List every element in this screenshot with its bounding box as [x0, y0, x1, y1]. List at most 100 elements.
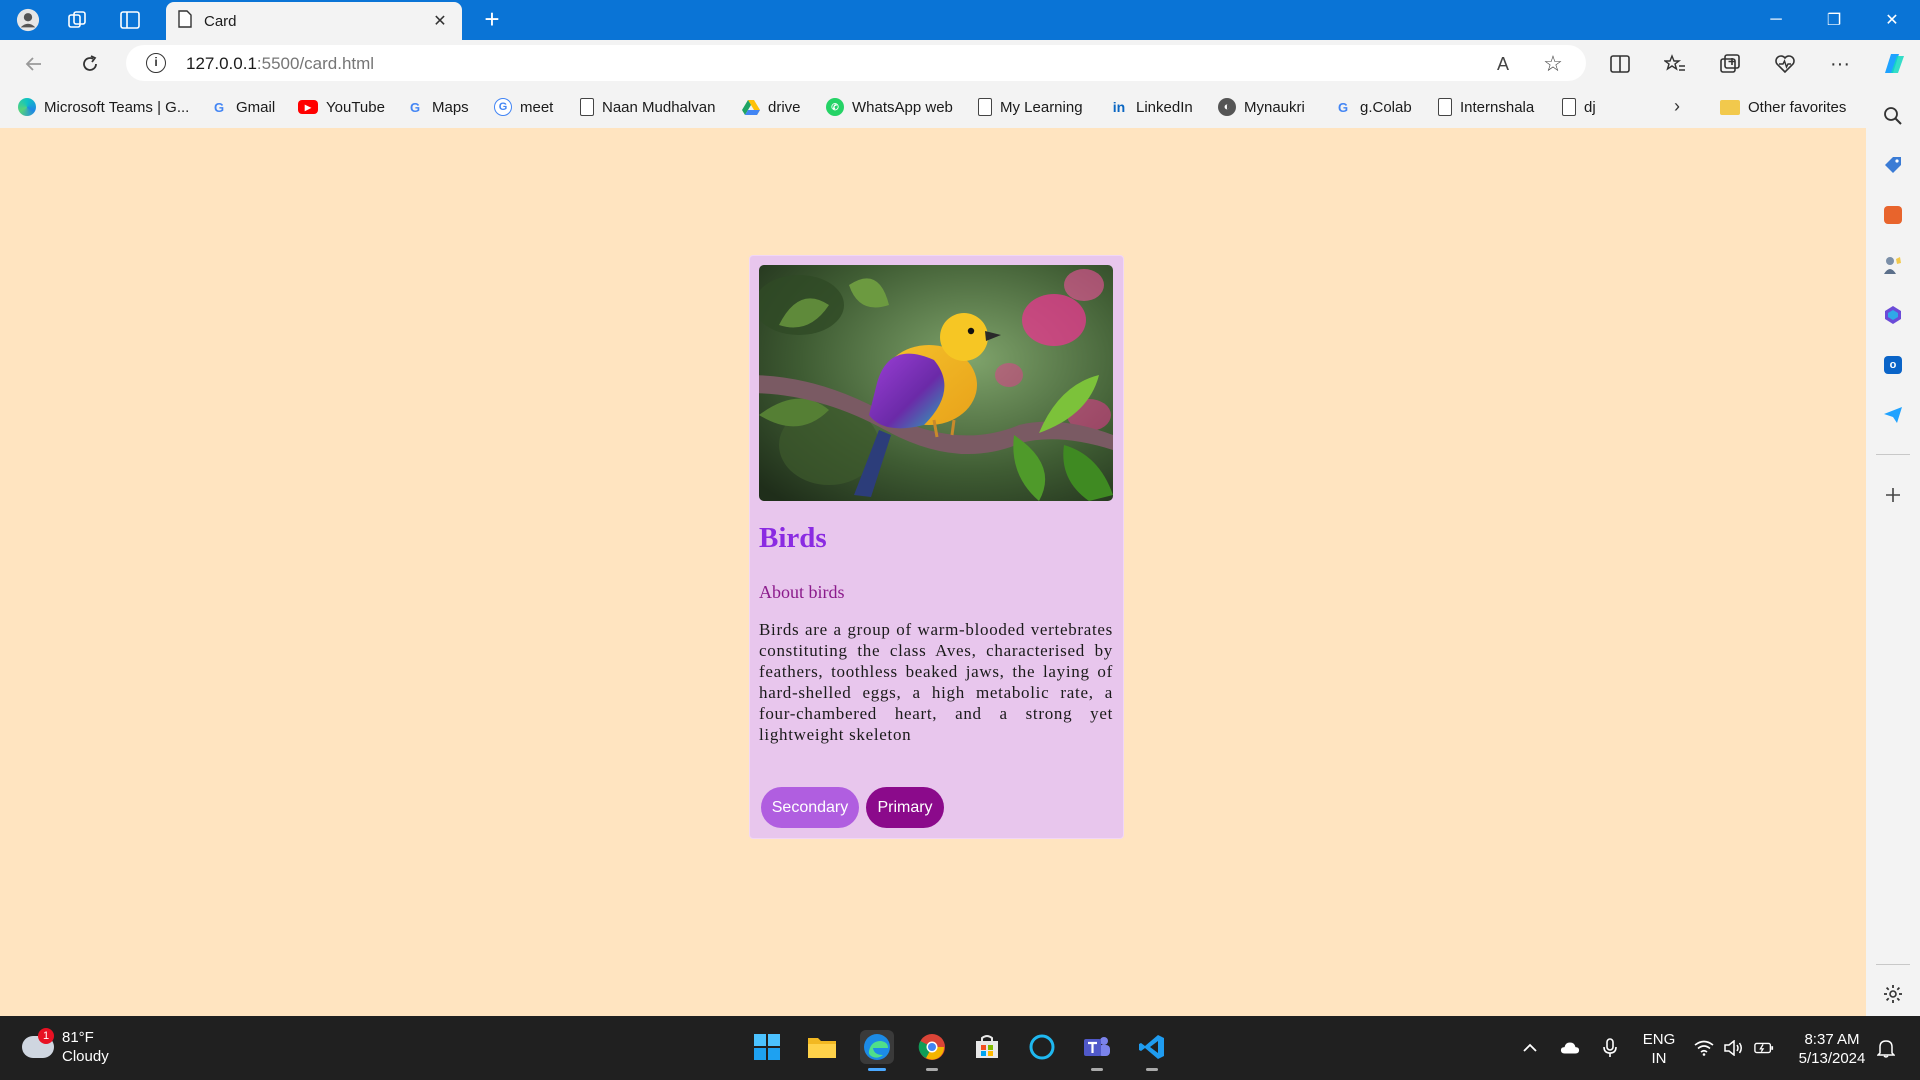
- favorite-microsoft-teams[interactable]: Microsoft Teams | G...: [18, 96, 189, 118]
- microsoft-365-icon[interactable]: [1880, 302, 1906, 328]
- teams-icon[interactable]: [1080, 1030, 1114, 1071]
- profile-icon[interactable]: [16, 8, 40, 32]
- favorite-label: Microsoft Teams | G...: [44, 98, 190, 116]
- favorite-meet[interactable]: G meet: [494, 96, 553, 118]
- favorite-dj[interactable]: dj: [1562, 96, 1596, 118]
- shopping-tag-icon[interactable]: [1880, 152, 1906, 178]
- notification-bell-icon[interactable]: [1876, 1038, 1896, 1058]
- more-options-icon[interactable]: ···: [1826, 50, 1854, 78]
- read-aloud-icon[interactable]: A: [1492, 53, 1514, 75]
- file-explorer-icon[interactable]: [805, 1030, 839, 1064]
- microphone-icon[interactable]: [1600, 1038, 1620, 1058]
- page-icon: [178, 9, 192, 33]
- page-viewport: Birds About birds Birds are a group of w…: [6, 130, 1866, 1015]
- chrome-icon[interactable]: [915, 1030, 949, 1071]
- refresh-icon[interactable]: [76, 50, 104, 78]
- copilot-icon[interactable]: [1878, 48, 1910, 80]
- vertical-tabs-icon[interactable]: [118, 8, 142, 32]
- language-code: ENG: [1642, 1031, 1676, 1048]
- google-icon: G: [494, 98, 512, 116]
- browser-toolbar: i 127.0.0.1:5500/card.html A ☆ ···: [0, 40, 1920, 86]
- settings-gear-icon[interactable]: [1880, 981, 1906, 1007]
- favorite-label: meet: [520, 98, 554, 116]
- edge-browser-icon[interactable]: [860, 1030, 894, 1071]
- battery-icon[interactable]: [1754, 1038, 1774, 1058]
- other-favorites-folder[interactable]: Other favorites: [1720, 96, 1846, 118]
- sidebar-divider: [1876, 964, 1910, 965]
- bird-card: Birds About birds Birds are a group of w…: [749, 255, 1124, 839]
- workspaces-icon[interactable]: [65, 8, 89, 32]
- back-icon[interactable]: [20, 50, 48, 78]
- weather-widget[interactable]: 1 81°F Cloudy: [22, 1028, 109, 1066]
- url-path: :5500/card.html: [256, 54, 375, 73]
- favorite-whatsapp[interactable]: ✆ WhatsApp web: [826, 96, 953, 118]
- onedrive-cloud-icon[interactable]: [1560, 1038, 1580, 1058]
- restore-button[interactable]: ❐: [1806, 0, 1862, 40]
- clock[interactable]: 8:37 AM 5/13/2024: [1790, 1030, 1874, 1068]
- drive-icon: [742, 98, 760, 116]
- collections-icon[interactable]: [1716, 50, 1744, 78]
- card-subtitle: About birds: [759, 582, 845, 602]
- favorite-drive[interactable]: drive: [742, 96, 801, 118]
- bird-image: [759, 265, 1113, 501]
- favorite-linkedin[interactable]: in LinkedIn: [1110, 96, 1193, 118]
- card-title: Birds: [759, 522, 827, 554]
- clock-time: 8:37 AM: [1804, 1031, 1860, 1048]
- favorite-internshala[interactable]: Internshala: [1438, 96, 1534, 118]
- start-button[interactable]: [750, 1030, 784, 1064]
- games-icon[interactable]: [1880, 252, 1906, 278]
- browser-essentials-icon[interactable]: [1771, 50, 1799, 78]
- microsoft-store-icon[interactable]: [970, 1030, 1004, 1064]
- favorite-label: YouTube: [326, 98, 385, 116]
- favorite-maps[interactable]: G Maps: [406, 96, 469, 118]
- outlook-icon[interactable]: o: [1880, 352, 1906, 378]
- split-screen-icon[interactable]: [1606, 50, 1634, 78]
- minimize-button[interactable]: ─: [1748, 0, 1804, 40]
- site-info-icon[interactable]: i: [146, 53, 166, 73]
- favorite-naan-mudhalvan[interactable]: Naan Mudhalvan: [580, 96, 715, 118]
- favorite-my-learning[interactable]: My Learning: [978, 96, 1083, 118]
- send-icon[interactable]: [1880, 402, 1906, 428]
- favorite-label: drive: [768, 98, 801, 116]
- running-indicator: [1091, 1068, 1103, 1071]
- close-window-button[interactable]: ✕: [1864, 0, 1920, 40]
- cloud-icon: 1: [22, 1028, 54, 1058]
- google-icon: G: [213, 99, 225, 115]
- linkedin-icon: in: [1112, 99, 1126, 115]
- volume-icon[interactable]: [1724, 1038, 1744, 1058]
- youtube-icon: ▶: [298, 100, 318, 114]
- favorite-star-icon[interactable]: ☆: [1542, 51, 1564, 76]
- favorite-gmail[interactable]: G Gmail: [210, 96, 275, 118]
- weather-temperature: 81°F: [62, 1029, 94, 1046]
- favorite-label: dj: [1584, 98, 1596, 116]
- chevron-right-icon[interactable]: ›: [1674, 96, 1680, 117]
- show-hidden-icons-chevron-icon[interactable]: [1520, 1038, 1540, 1058]
- favorite-g-colab[interactable]: G g.Colab: [1334, 96, 1412, 118]
- search-icon[interactable]: [1880, 103, 1906, 129]
- favorite-label: Naan Mudhalvan: [602, 98, 716, 116]
- add-icon[interactable]: [1880, 482, 1906, 508]
- close-tab-icon[interactable]: ✕: [430, 11, 450, 31]
- url-text[interactable]: 127.0.0.1:5500/card.html: [186, 54, 374, 74]
- notification-badge: 1: [38, 1028, 54, 1044]
- favorite-label: Internshala: [1460, 98, 1535, 116]
- vscode-icon[interactable]: [1135, 1030, 1169, 1071]
- secondary-button[interactable]: Secondary: [761, 787, 859, 828]
- title-bar: Card ✕ + ─ ❐ ✕: [0, 0, 1920, 40]
- card-description: Birds are a group of warm-blooded verteb…: [759, 620, 1113, 744]
- language-indicator[interactable]: ENG IN: [1642, 1030, 1676, 1068]
- wifi-icon[interactable]: [1694, 1038, 1714, 1058]
- folder-icon: [1720, 99, 1740, 115]
- favorites-icon[interactable]: [1661, 50, 1689, 78]
- page-icon: [1438, 98, 1452, 116]
- new-tab-button[interactable]: +: [478, 6, 506, 34]
- cortana-icon[interactable]: [1025, 1030, 1059, 1064]
- favorite-youtube[interactable]: ▶ YouTube: [298, 96, 385, 118]
- address-bar[interactable]: i 127.0.0.1:5500/card.html A ☆: [126, 45, 1586, 81]
- tab-card[interactable]: Card ✕: [166, 2, 462, 40]
- favorite-mynaukri[interactable]: ◐ Mynaukri: [1218, 96, 1305, 118]
- tools-icon[interactable]: [1880, 202, 1906, 228]
- primary-button[interactable]: Primary: [866, 787, 944, 828]
- page-icon: [1562, 98, 1576, 116]
- page-icon: [978, 98, 992, 116]
